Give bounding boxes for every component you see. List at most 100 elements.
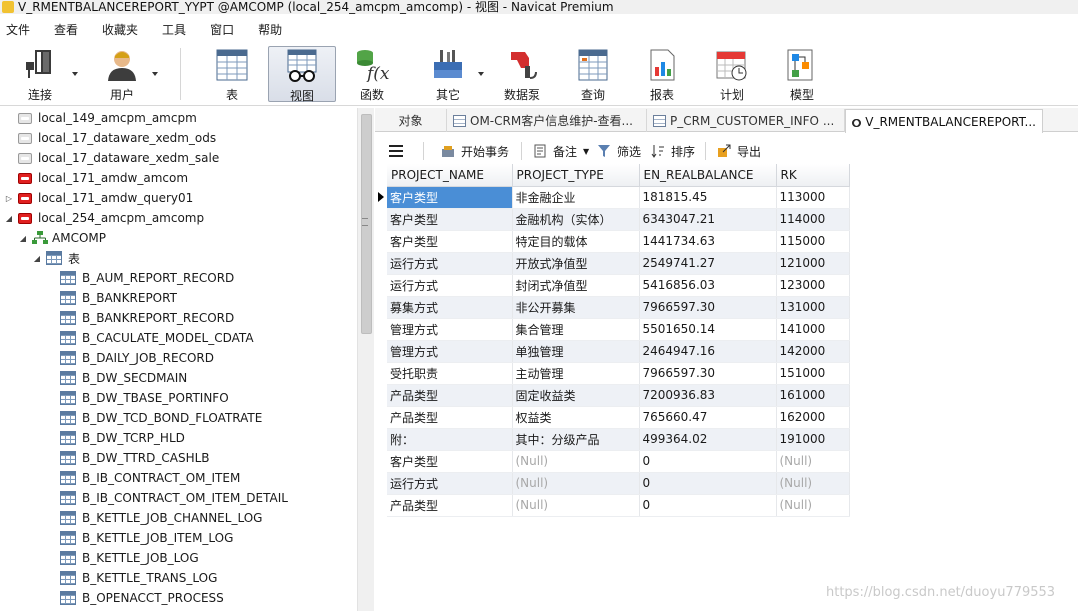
tab-objects[interactable]: 对象 [375,109,447,132]
table-cell[interactable]: 113000 [776,186,850,209]
sort-button[interactable]: 排序 [647,140,699,162]
tree-table-item[interactable]: B_DAILY_JOB_RECORD [60,348,214,368]
row-indicator[interactable] [375,362,387,384]
menu-tools[interactable]: 工具 [156,20,194,40]
table-cell[interactable]: 0 [639,450,777,473]
row-indicator[interactable] [375,340,387,362]
table-cell[interactable]: 5501650.14 [639,318,777,341]
table-cell[interactable]: 募集方式 [387,296,513,319]
table-cell[interactable]: 0 [639,494,777,517]
table-row[interactable]: 产品类型 权益类 765660.47 162000 [375,406,850,429]
connect-dropdown-icon[interactable] [72,72,78,76]
collapse-arrow-icon[interactable]: ◢ [32,253,42,263]
table-cell[interactable]: 封闭式净值型 [512,274,640,297]
tree-table-item[interactable]: B_KETTLE_JOB_LOG [60,548,199,568]
row-indicator[interactable] [375,274,387,296]
schedule-button[interactable]: 计划 [702,46,762,102]
expand-arrow-icon[interactable]: ▷ [4,193,14,203]
table-cell[interactable]: 121000 [776,252,850,275]
datapump-button[interactable]: 数据泵 [492,46,552,102]
menu-help[interactable]: 帮助 [252,20,290,40]
table-cell[interactable]: 181815.45 [639,186,777,209]
table-cell-null[interactable]: (Null) [776,494,850,517]
tree-connection[interactable]: local_149_amcpm_amcpm [18,108,197,128]
row-indicator[interactable] [375,186,387,208]
table-cell[interactable]: 6343047.21 [639,208,777,231]
tree-table-item[interactable]: B_KETTLE_JOB_ITEM_LOG [60,528,233,548]
memo-button[interactable]: 备注 ▼ [529,140,593,162]
table-cell-null[interactable]: (Null) [776,450,850,473]
table-cell[interactable]: 产品类型 [387,494,513,517]
tree-connection[interactable]: ◢ local_254_amcpm_amcomp [4,208,204,228]
table-cell[interactable]: 161000 [776,384,850,407]
table-row[interactable]: 产品类型 固定收益类 7200936.83 161000 [375,384,850,407]
column-header-project-type[interactable]: PROJECT_TYPE [512,164,640,187]
tree-table-item[interactable]: B_DW_SECDMAIN [60,368,187,388]
table-cell[interactable]: 162000 [776,406,850,429]
tree-table-item[interactable]: B_IB_CONTRACT_OM_ITEM_DETAIL [60,488,288,508]
table-cell-null[interactable]: (Null) [512,472,640,495]
table-cell[interactable]: 123000 [776,274,850,297]
row-indicator[interactable] [375,230,387,252]
connect-button[interactable]: 连接 [10,46,78,102]
column-header-en-realbalance[interactable]: EN_REALBALANCE [639,164,777,187]
menu-file[interactable]: 文件 [0,20,38,40]
row-indicator[interactable] [375,296,387,318]
row-indicator[interactable] [375,450,387,472]
tree-table-item[interactable]: B_BANKREPORT_RECORD [60,308,234,328]
table-cell[interactable]: 管理方式 [387,340,513,363]
filter-button[interactable]: 筛选 [593,140,645,162]
row-indicator[interactable] [375,384,387,406]
tree-schema[interactable]: ◢ AMCOMP [18,228,106,248]
tree-table-item[interactable]: B_KETTLE_TRANS_LOG [60,568,217,588]
menu-window[interactable]: 窗口 [204,20,242,40]
memo-dropdown-icon[interactable]: ▼ [583,147,589,156]
other-button[interactable]: 其它 [418,46,484,102]
table-row[interactable]: 客户类型 金融机构（实体） 6343047.21 114000 [375,208,850,231]
begin-transaction-button[interactable]: 开始事务 [437,140,513,162]
table-cell[interactable]: 客户类型 [387,208,513,231]
table-cell-null[interactable]: (Null) [512,450,640,473]
view-button[interactable]: 视图 [268,46,336,103]
table-cell-null[interactable]: (Null) [776,472,850,495]
tree-connection[interactable]: ▷ local_171_amdw_query01 [4,188,193,208]
export-button[interactable]: 导出 [713,140,765,162]
table-cell[interactable]: 191000 [776,428,850,451]
table-cell[interactable]: 114000 [776,208,850,231]
tab-v-rmentbalancereport[interactable]: V_RMENTBALANCEREPORT... [845,109,1043,133]
other-dropdown-icon[interactable] [478,72,484,76]
user-dropdown-icon[interactable] [152,72,158,76]
table-cell[interactable]: 管理方式 [387,318,513,341]
table-cell[interactable]: 2549741.27 [639,252,777,275]
tree-tables-folder[interactable]: ◢ 表 [32,248,80,268]
table-cell[interactable]: 金融机构（实体） [512,208,640,231]
table-row[interactable]: 客户类型 非金融企业 181815.45 113000 [375,186,850,209]
table-row[interactable]: 管理方式 集合管理 5501650.14 141000 [375,318,850,341]
table-cell[interactable]: 客户类型 [387,450,513,473]
table-row[interactable]: 运行方式 开放式净值型 2549741.27 121000 [375,252,850,275]
table-row[interactable]: 受托职责 主动管理 7966597.30 151000 [375,362,850,385]
table-row[interactable]: 管理方式 单独管理 2464947.16 142000 [375,340,850,363]
table-cell[interactable]: 7200936.83 [639,384,777,407]
tree-table-item[interactable]: B_CACULATE_MODEL_CDATA [60,328,254,348]
table-cell[interactable]: 0 [639,472,777,495]
tree-table-item[interactable]: B_IB_CONTRACT_OM_ITEM [60,468,240,488]
tree-table-item[interactable]: B_AUM_REPORT_RECORD [60,268,234,288]
table-row[interactable]: 运行方式 封闭式净值型 5416856.03 123000 [375,274,850,297]
table-cell[interactable]: 7966597.30 [639,296,777,319]
table-button[interactable]: 表 [202,46,262,102]
menu-favorites[interactable]: 收藏夹 [96,20,146,40]
table-cell[interactable]: 运行方式 [387,274,513,297]
table-cell[interactable]: 产品类型 [387,406,513,429]
table-cell[interactable]: 2464947.16 [639,340,777,363]
table-cell[interactable]: 非公开募集 [512,296,640,319]
table-cell-null[interactable]: (Null) [512,494,640,517]
collapse-arrow-icon[interactable]: ◢ [18,233,28,243]
tab-crm-customer-view[interactable]: OM-CRM客户信息维护-查看... [447,109,647,132]
table-cell[interactable]: 131000 [776,296,850,319]
collapse-arrow-icon[interactable]: ◢ [4,213,14,223]
table-row[interactable]: 客户类型 特定目的载体 1441734.63 115000 [375,230,850,253]
user-button[interactable]: 用户 [92,46,158,102]
tree-table-item[interactable]: B_DW_TCD_BOND_FLOATRATE [60,408,262,428]
table-row[interactable]: 产品类型 (Null) 0 (Null) [375,494,850,517]
